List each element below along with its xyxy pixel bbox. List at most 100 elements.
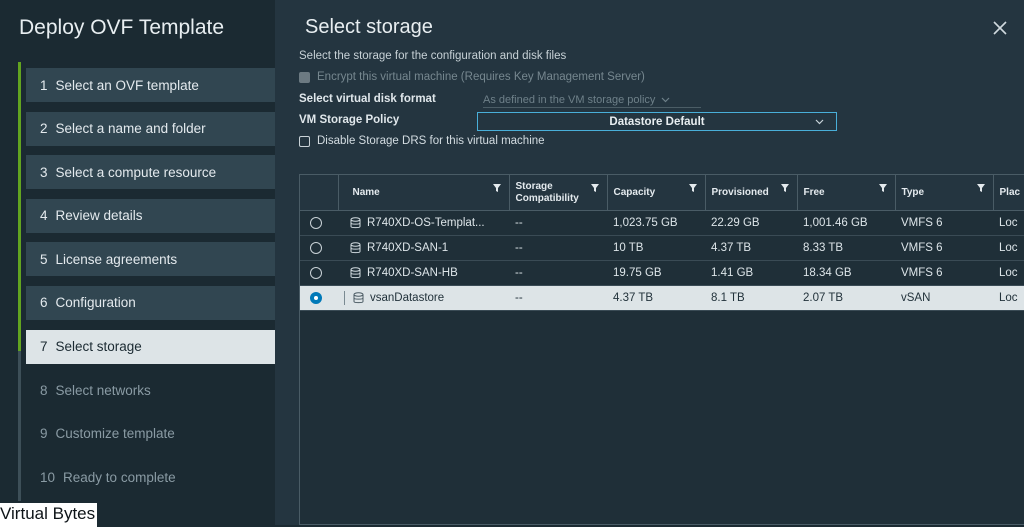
step-review-details[interactable]: 4 Review details	[26, 198, 275, 233]
filter-icon[interactable]	[878, 184, 887, 192]
datastore-grid: Name Storage Compatibility Capacity Prov…	[299, 174, 1024, 525]
header-label: Type	[901, 187, 925, 198]
free-cell: 1,001.46 GB	[797, 210, 895, 236]
filter-icon[interactable]	[780, 184, 789, 192]
type-cell: vSAN	[895, 285, 993, 311]
step-number: 6	[40, 295, 48, 311]
step-number: 1	[40, 77, 48, 93]
step-select-storage[interactable]: 7 Select storage	[26, 329, 275, 364]
step-number: 2	[40, 121, 48, 137]
type-cell: VMFS 6	[895, 235, 993, 261]
wizard-steps: 1 Select an OVF template 2 Select a name a…	[26, 68, 275, 504]
page-subtitle: Select the storage for the configuration…	[299, 50, 567, 62]
step-ready-to-complete: 10 Ready to complete	[26, 460, 275, 494]
type-cell: VMFS 6	[895, 210, 993, 236]
drs-row[interactable]: Disable Storage DRS for this virtual mac…	[299, 135, 545, 147]
table-row[interactable]: R740XD-OS-Templat... -- 1,023.75 GB 22.2…	[300, 210, 1024, 236]
place-cell: Loc	[993, 235, 1024, 261]
progress-bar	[18, 62, 21, 351]
free-cell: 2.07 TB	[797, 285, 895, 311]
row-radio-cell[interactable]	[300, 285, 338, 311]
chevron-down-icon	[662, 97, 670, 102]
step-configuration[interactable]: 6 Configuration	[26, 285, 275, 320]
row-radio-checked[interactable]	[310, 292, 322, 304]
step-label: Select a compute resource	[55, 164, 217, 180]
wizard-sidebar: Deploy OVF Template 1 Select an OVF templ…	[0, 0, 275, 527]
datastore-name: R740XD-OS-Templat...	[367, 217, 485, 229]
row-radio-cell[interactable]	[300, 210, 338, 236]
disk-format-value: As defined in the VM storage policy	[483, 93, 656, 106]
header-storage-compatibility[interactable]: Storage Compatibility	[509, 175, 608, 211]
header-type[interactable]: Type	[895, 175, 994, 211]
header-capacity[interactable]: Capacity	[607, 175, 706, 211]
compat-cell: --	[509, 235, 607, 261]
header-label: Storage Compatibility	[515, 180, 579, 204]
capacity-cell: 10 TB	[607, 235, 705, 261]
drs-label: Disable Storage DRS for this virtual mac…	[317, 135, 545, 147]
disk-format-label: Select virtual disk format	[299, 93, 436, 105]
step-select-name-folder[interactable]: 2 Select a name and folder	[26, 111, 275, 146]
datastore-table: Name Storage Compatibility Capacity Prov…	[300, 175, 1024, 311]
provisioned-cell: 1.41 GB	[705, 260, 797, 286]
step-select-compute-resource[interactable]: 3 Select a compute resource	[26, 155, 275, 190]
step-label: License agreements	[55, 251, 178, 267]
vm-storage-policy-select[interactable]: Datastore Default	[477, 112, 837, 131]
header-place[interactable]: Plac	[993, 175, 1024, 211]
header-name[interactable]: Name	[338, 175, 510, 211]
name-cell: R740XD-SAN-HB	[338, 260, 509, 286]
step-label: Customize template	[55, 426, 175, 442]
filter-icon[interactable]	[688, 184, 697, 192]
header-label: Provisioned	[711, 187, 769, 198]
table-row-selected[interactable]: vsanDatastore -- 4.37 TB 8.1 TB 2.07 TB …	[300, 285, 1024, 311]
header-free[interactable]: Free	[797, 175, 896, 211]
page-title: Select storage	[305, 16, 433, 38]
step-label: Select networks	[55, 382, 151, 398]
row-radio-cell[interactable]	[300, 235, 338, 261]
row-radio[interactable]	[310, 217, 322, 229]
step-license-agreements[interactable]: 5 License agreements	[26, 242, 275, 277]
table-row[interactable]: R740XD-SAN-1 -- 10 TB 4.37 TB 8.33 TB VM…	[300, 235, 1024, 261]
encrypt-row: Encrypt this virtual machine (Requires K…	[299, 71, 645, 83]
step-select-networks: 8 Select networks	[26, 373, 275, 407]
name-cell: R740XD-OS-Templat...	[338, 210, 509, 236]
place-cell: Loc	[993, 260, 1024, 286]
main-panel: Select storage Select the storage for th…	[275, 0, 1024, 525]
row-radio[interactable]	[310, 242, 322, 254]
table-row[interactable]: R740XD-SAN-HB -- 19.75 GB 1.41 GB 18.34 …	[300, 260, 1024, 286]
step-number: 5	[40, 251, 48, 267]
datastore-name: R740XD-SAN-HB	[367, 267, 458, 279]
row-radio-cell[interactable]	[300, 260, 338, 286]
datastore-name: R740XD-SAN-1	[367, 242, 449, 254]
header-select	[300, 175, 339, 211]
place-cell: Loc	[993, 285, 1024, 311]
name-cell: R740XD-SAN-1	[338, 235, 509, 261]
header-provisioned[interactable]: Provisioned	[705, 175, 798, 211]
header-label: Capacity	[613, 187, 656, 198]
compat-cell: --	[509, 260, 607, 286]
filter-icon[interactable]	[492, 184, 501, 192]
datastore-icon	[350, 267, 361, 279]
step-select-ovf-template[interactable]: 1 Select an OVF template	[26, 68, 275, 102]
watermark-text: Virtual Bytes	[0, 503, 98, 527]
step-label: Select a name and folder	[55, 121, 206, 137]
datastore-icon	[350, 217, 361, 229]
close-icon[interactable]	[992, 20, 1008, 36]
step-number: 9	[40, 426, 48, 442]
encrypt-label: Encrypt this virtual machine (Requires K…	[317, 71, 645, 83]
filter-icon[interactable]	[976, 184, 985, 192]
datastore-icon	[353, 292, 364, 304]
step-number: 8	[40, 382, 48, 398]
provisioned-cell: 22.29 GB	[705, 210, 797, 236]
step-label: Select storage	[55, 339, 142, 355]
provisioned-cell: 4.37 TB	[705, 235, 797, 261]
filter-icon[interactable]	[590, 184, 599, 192]
free-cell: 8.33 TB	[797, 235, 895, 261]
policy-row: VM Storage Policy	[299, 114, 399, 126]
datastore-name: vsanDatastore	[370, 292, 445, 304]
datastore-icon	[350, 242, 361, 254]
row-radio[interactable]	[310, 267, 322, 279]
drs-checkbox[interactable]	[299, 135, 310, 147]
row-separator	[344, 291, 345, 305]
compat-cell: --	[509, 285, 607, 311]
step-label: Ready to complete	[63, 469, 176, 485]
